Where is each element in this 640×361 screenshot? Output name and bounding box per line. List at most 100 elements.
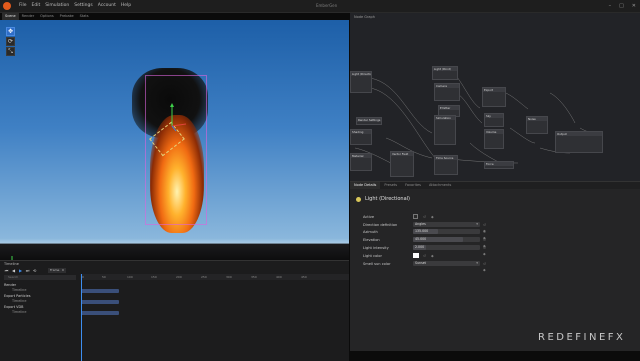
property-label: Light intensity — [363, 246, 389, 250]
tab-scene[interactable]: Scene — [2, 13, 19, 20]
playhead[interactable] — [81, 274, 82, 361]
menu-simulation[interactable]: Simulation — [45, 2, 69, 10]
graph-node[interactable]: Light (Directional) — [350, 71, 372, 93]
frame-input[interactable]: 0 — [60, 268, 66, 273]
reset-icon[interactable]: ↺ ◆ — [483, 261, 493, 273]
tab-stats[interactable]: Stats — [77, 13, 92, 20]
maximize-icon[interactable]: □ — [619, 2, 624, 10]
graph-node[interactable]: Sky — [484, 113, 504, 127]
dropdown-value: Sunset — [415, 261, 426, 265]
property-row-active: Active ↺ ◆ — [363, 214, 493, 220]
node-label: Light (Directional) — [351, 72, 371, 76]
menu-account[interactable]: Account — [98, 2, 116, 10]
node-label: Force — [485, 162, 513, 166]
graph-node[interactable]: Material — [350, 153, 372, 171]
watermark-brand: REDEFINEFX — [538, 332, 626, 343]
menu-settings[interactable]: Settings — [74, 2, 92, 10]
slider-value: 135.000 — [415, 229, 429, 233]
rotate-tool-icon[interactable]: ⟳ — [6, 37, 15, 46]
minimize-icon[interactable]: – — [609, 2, 612, 10]
timeline-clip[interactable] — [81, 311, 119, 315]
play-icon[interactable]: ▶ — [18, 268, 23, 273]
timeline-search-input[interactable]: Search — [4, 275, 76, 280]
timeline-subrow[interactable]: Timeline — [12, 299, 76, 304]
property-row-direction-definition: Direction definition Angles ↺ ◆ — [363, 222, 493, 233]
azimuth-slider[interactable]: 135.000 — [413, 229, 480, 234]
ruler-tick: 100 — [127, 275, 133, 279]
graph-node[interactable]: Shading — [350, 129, 372, 145]
node-label: Shading — [351, 130, 371, 134]
menu-file[interactable]: File — [19, 2, 27, 10]
active-checkbox[interactable] — [413, 214, 418, 219]
timeline-title: Timeline — [4, 262, 19, 266]
light-intensity-slider[interactable]: 2.000 — [413, 245, 480, 250]
properties-tabs: Node Details Presets Favorites Attachmen… — [350, 182, 640, 189]
timeline-clip[interactable] — [81, 300, 119, 304]
ruler-tick: 150 — [151, 275, 157, 279]
reset-icon[interactable]: ↺ ◆ — [423, 253, 436, 259]
node-label: Noise — [527, 117, 547, 121]
graph-node[interactable]: Output — [555, 131, 603, 153]
timeline-track[interactable] — [80, 289, 349, 293]
timeline-subrow[interactable]: Timeline — [12, 310, 76, 315]
property-label: Smell sun color — [363, 262, 391, 266]
graph-node[interactable]: Simulation — [434, 115, 456, 145]
timeline-track[interactable] — [80, 311, 349, 315]
property-row-sun-color: Smell sun color Sunset ↺ ◆ — [363, 261, 493, 272]
menu-bar: File Edit Simulation Settings Account He… — [0, 0, 640, 13]
emitter-bounding-box[interactable] — [145, 75, 207, 225]
app-logo-icon[interactable] — [3, 2, 11, 10]
elevation-slider[interactable]: 45.000 — [413, 237, 480, 242]
timeline-track[interactable] — [80, 300, 349, 304]
graph-node[interactable]: Export — [482, 87, 506, 107]
tab-prebake[interactable]: Prebake — [57, 13, 77, 20]
node-label: Time Source — [435, 156, 457, 160]
ruler-tick: 450 — [301, 275, 307, 279]
transform-gizmo[interactable] — [166, 102, 190, 132]
timeline-clip[interactable] — [81, 289, 119, 293]
menu-help[interactable]: Help — [121, 2, 131, 10]
tab-attachments[interactable]: Attachments — [425, 182, 455, 189]
ruler-tick: 350 — [251, 275, 257, 279]
ruler-tick: 250 — [201, 275, 207, 279]
direction-definition-dropdown[interactable]: Angles — [413, 222, 480, 227]
graph-node[interactable]: Light (Point) — [432, 66, 458, 80]
tab-favorites[interactable]: Favorites — [401, 182, 425, 189]
node-label: Sky — [485, 114, 503, 118]
property-label: Direction definition — [363, 223, 398, 227]
graph-node[interactable]: Render Settings — [356, 117, 382, 125]
graph-node[interactable]: Noise — [526, 116, 548, 134]
step-back-icon[interactable]: ◀ — [11, 268, 16, 273]
graph-node[interactable]: Volume — [484, 129, 504, 149]
tab-presets[interactable]: Presets — [380, 182, 401, 189]
sun-icon — [356, 196, 361, 202]
property-label: Light color — [363, 254, 382, 258]
node-label: Light (Point) — [433, 67, 457, 71]
move-tool-icon[interactable]: ✥ — [6, 27, 15, 36]
skip-start-icon[interactable]: ⏮ — [4, 268, 9, 273]
node-label: Simulation — [435, 116, 455, 120]
tab-node-details[interactable]: Node Details — [350, 182, 381, 189]
sun-color-dropdown[interactable]: Sunset — [413, 261, 480, 266]
close-icon[interactable]: ✕ — [632, 2, 636, 10]
scale-tool-icon[interactable]: ⤡ — [6, 47, 15, 56]
dropdown-value: Angles — [415, 222, 426, 226]
scene-viewport[interactable]: ✥ ⟳ ⤡ — [0, 20, 349, 260]
slider-value: 45.000 — [415, 237, 427, 241]
transport-controls: ⏮ ◀ ▶ ⏭ ⟲ — [4, 268, 37, 273]
node-graph-panel[interactable]: Node Graph Light (Directional) Light (Po… — [350, 13, 640, 181]
reset-icon[interactable]: ↺ ◆ — [423, 214, 436, 220]
graph-node[interactable]: Time Source — [434, 155, 458, 175]
skip-end-icon[interactable]: ⏭ — [25, 268, 30, 273]
tab-options[interactable]: Options — [37, 13, 57, 20]
menu-edit[interactable]: Edit — [32, 2, 41, 10]
light-color-swatch[interactable] — [413, 253, 419, 258]
timeline-ruler[interactable]: 0 50 100 150 200 250 300 350 400 450 — [80, 274, 349, 280]
tab-render[interactable]: Render — [19, 13, 37, 20]
property-label: Active — [363, 215, 375, 219]
loop-icon[interactable]: ⟲ — [32, 268, 37, 273]
timeline-subrow[interactable]: Timeline — [12, 288, 76, 293]
graph-node[interactable]: Camera — [434, 83, 460, 101]
graph-node[interactable]: Force — [484, 161, 514, 169]
graph-node[interactable]: Vector Field — [390, 151, 414, 177]
